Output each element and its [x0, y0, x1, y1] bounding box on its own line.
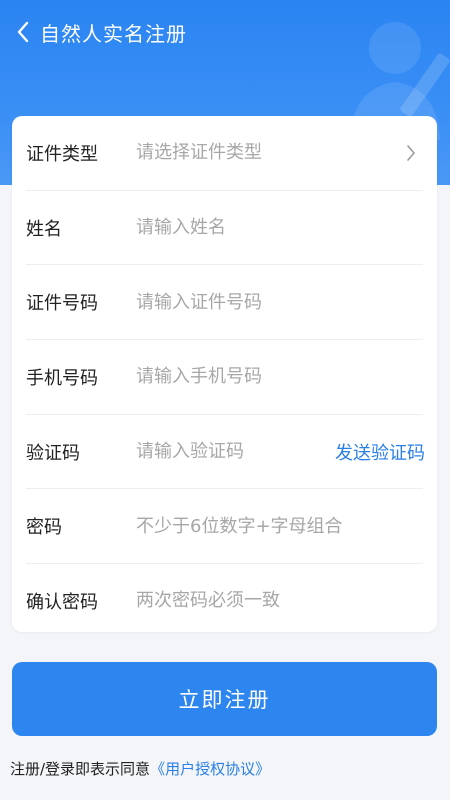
name-label: 姓名 [26, 218, 62, 240]
name-input[interactable] [136, 217, 423, 239]
send-code-button[interactable]: 发送验证码 [335, 439, 425, 465]
phone-input[interactable] [136, 366, 423, 388]
agreement-prefix: 注册/登录即表示同意 [10, 760, 151, 778]
verification-code-row: 验证码 发送验证码 [26, 415, 425, 490]
confirm-password-label: 确认密码 [26, 591, 98, 613]
password-input[interactable] [136, 515, 423, 537]
chevron-left-icon [17, 21, 29, 43]
id-number-input[interactable] [136, 291, 423, 313]
agreement-text: 注册/登录即表示同意《用户授权协议》 [10, 758, 270, 779]
registration-form-card: 证件类型 姓名 证件号码 手机号码 验证码 发送验证码 密码 确认密码 [12, 116, 437, 632]
back-button[interactable] [6, 10, 40, 54]
id-number-label: 证件号码 [26, 293, 98, 315]
password-label: 密码 [26, 517, 62, 539]
user-agreement-link[interactable]: 《用户授权协议》 [150, 760, 270, 778]
chevron-right-icon [401, 141, 421, 165]
id-number-row: 证件号码 [26, 265, 423, 341]
register-button[interactable]: 立即注册 [12, 662, 437, 736]
verification-code-label: 验证码 [26, 442, 80, 464]
confirm-password-input[interactable] [136, 590, 423, 612]
phone-label: 手机号码 [26, 367, 98, 389]
id-type-label: 证件类型 [26, 143, 98, 165]
phone-row: 手机号码 [26, 340, 423, 415]
confirm-password-row: 确认密码 [26, 564, 423, 638]
password-row: 密码 [26, 489, 423, 565]
top-bar: 自然人实名注册 [0, 0, 450, 64]
name-row: 姓名 [26, 191, 423, 266]
id-type-row[interactable]: 证件类型 [26, 116, 423, 191]
id-type-select[interactable] [136, 142, 401, 164]
verification-code-input[interactable] [136, 441, 335, 463]
page-title: 自然人实名注册 [40, 21, 187, 46]
